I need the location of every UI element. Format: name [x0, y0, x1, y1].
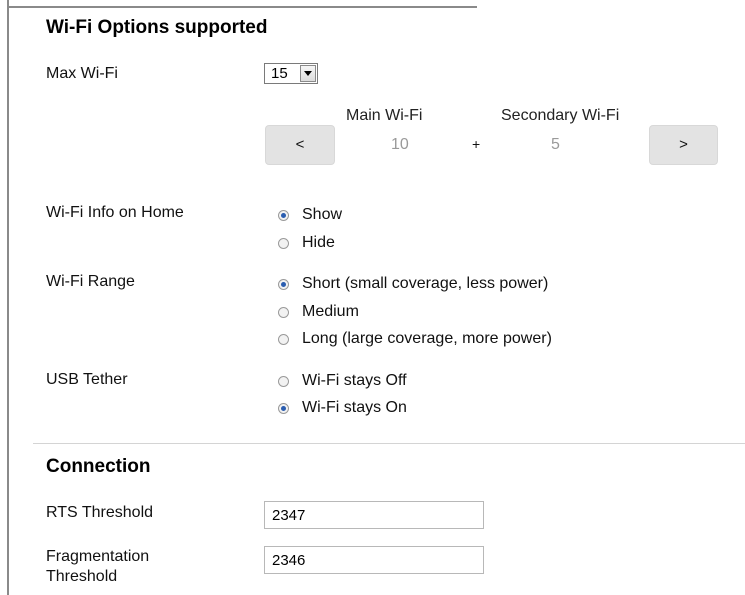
max-wifi-select[interactable]: 15: [264, 63, 318, 84]
max-wifi-label: Max Wi-Fi: [46, 65, 118, 82]
rts-threshold-value: 2347: [272, 507, 306, 524]
fragmentation-threshold-value: 2346: [272, 552, 306, 569]
radio-button-icon[interactable]: [278, 278, 289, 290]
rts-threshold-label: RTS Threshold: [46, 504, 154, 521]
rts-threshold-input[interactable]: 2347: [264, 501, 484, 529]
radio-label-show: Show: [302, 206, 343, 223]
radio-label-short: Short (small coverage, less power): [302, 275, 549, 292]
radio-tether-on[interactable]: Wi-Fi stays On: [278, 397, 407, 419]
max-wifi-value: 15: [271, 65, 288, 82]
radio-show[interactable]: Show: [278, 204, 342, 226]
main-wifi-value: 10: [391, 136, 409, 153]
wifi-info-home-label: Wi-Fi Info on Home: [46, 204, 184, 221]
secondary-wifi-value: 5: [551, 136, 560, 153]
radio-label-medium: Medium: [302, 303, 359, 320]
radio-label-tether-on: Wi-Fi stays On: [302, 399, 407, 416]
chevron-down-icon[interactable]: [300, 65, 316, 82]
next-split-button[interactable]: >: [649, 125, 718, 165]
section-divider: [33, 443, 745, 444]
radio-button-icon[interactable]: [278, 402, 289, 414]
radio-button-icon[interactable]: [278, 306, 289, 318]
usb-tether-label: USB Tether: [46, 371, 128, 388]
panel-top-border: [7, 6, 477, 8]
fragmentation-threshold-input[interactable]: 2346: [264, 546, 484, 574]
radio-hide[interactable]: Hide: [278, 232, 335, 254]
wifi-options-title: Wi-Fi Options supported: [46, 17, 268, 38]
previous-split-button[interactable]: <: [265, 125, 335, 165]
fragmentation-threshold-label-line1: Fragmentation: [46, 548, 150, 565]
radio-button-icon[interactable]: [278, 375, 289, 387]
radio-label-tether-off: Wi-Fi stays Off: [302, 372, 407, 389]
plus-sign: +: [472, 136, 481, 152]
radio-range-medium[interactable]: Medium: [278, 301, 359, 323]
secondary-wifi-label: Secondary Wi-Fi: [501, 107, 620, 124]
radio-tether-off[interactable]: Wi-Fi stays Off: [278, 370, 407, 392]
radio-label-long: Long (large coverage, more power): [302, 330, 552, 347]
panel-left-border: [7, 0, 9, 595]
radio-button-icon[interactable]: [278, 237, 289, 249]
radio-button-icon[interactable]: [278, 333, 289, 345]
settings-panel: Wi-Fi Options supported Max Wi-Fi 15 Mai…: [0, 0, 745, 595]
radio-label-hide: Hide: [302, 234, 335, 251]
main-wifi-label: Main Wi-Fi: [346, 107, 423, 124]
radio-button-icon[interactable]: [278, 209, 289, 221]
wifi-range-label: Wi-Fi Range: [46, 273, 135, 290]
radio-range-long[interactable]: Long (large coverage, more power): [278, 328, 552, 350]
connection-title: Connection: [46, 456, 151, 477]
radio-range-short[interactable]: Short (small coverage, less power): [278, 273, 548, 295]
fragmentation-threshold-label-line2: Threshold: [46, 568, 118, 585]
